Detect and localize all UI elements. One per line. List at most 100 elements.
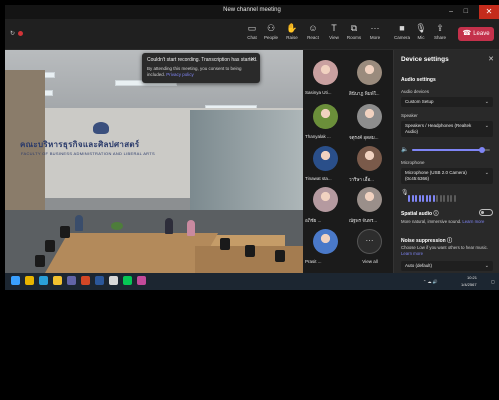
mic-level-bar <box>439 195 442 202</box>
people-button[interactable]: ⚇ People <box>261 22 281 40</box>
taskbar-date[interactable]: 1/4/2567 <box>461 282 477 287</box>
faculty-logo <box>93 122 109 134</box>
settings-icon[interactable] <box>109 276 118 285</box>
mic-level-bar <box>425 195 428 202</box>
participant-tile[interactable]: Prasit ... <box>304 227 348 271</box>
avatar <box>313 104 338 129</box>
toast-close-icon[interactable]: ✕ <box>250 56 255 63</box>
avatar <box>357 60 382 85</box>
mic-icon: 🎙 <box>415 23 427 33</box>
microphone-value: Microphone (USB 2.0 Camera) (0c45:6366) <box>405 170 467 181</box>
toast-body: By attending this meeting, you consent t… <box>147 66 247 78</box>
speaker-volume-slider[interactable] <box>412 147 490 153</box>
chevron-down-icon: ⌄ <box>484 170 489 176</box>
chair <box>275 250 285 262</box>
noise-suppression-select[interactable]: Auto (default) ⌄ <box>401 261 493 271</box>
share-button[interactable]: ⇪ Share <box>430 22 450 40</box>
react-button[interactable]: ☺ React <box>303 22 323 40</box>
speaker-label: Speaker <box>401 113 418 118</box>
participant-tile[interactable]: Tinawat sta... <box>304 144 348 188</box>
privacy-link[interactable]: Privacy policy <box>166 72 194 77</box>
refresh-icon: ↻ <box>10 31 16 37</box>
noise-learn-more-link[interactable]: Learn more <box>401 251 423 256</box>
react-icon: ☺ <box>308 23 318 33</box>
participant-tile[interactable]: ณัฐพร จันทร... <box>348 185 392 229</box>
taskbar-time[interactable]: 10:21 <box>467 275 477 280</box>
word-icon[interactable] <box>95 276 104 285</box>
speaker-select[interactable]: Speakers / Headphones (Realtek Audio) ⌄ <box>401 121 493 137</box>
rooms-label: Rooms <box>346 35 362 40</box>
avatar <box>357 146 382 171</box>
participant-tile[interactable]: จตุรงค์ อุดสม... <box>348 102 392 146</box>
slider-knob[interactable] <box>479 147 486 153</box>
avatar <box>357 104 382 129</box>
powerpoint-icon[interactable] <box>81 276 90 285</box>
leave-button[interactable]: ☎ Leave <box>458 27 494 41</box>
participant-tile[interactable]: อภิชัย ... <box>304 185 348 229</box>
participant-tile[interactable]: Sasinya Uti... <box>304 58 348 102</box>
participant-name: วาริษา เอื้อ... <box>349 177 374 182</box>
view-button[interactable]: T View <box>324 22 344 40</box>
phone-icon: ☎ <box>462 30 472 37</box>
slider-fill <box>412 149 483 151</box>
ellipsis-icon: ··· <box>357 229 382 254</box>
teams-icon[interactable] <box>67 276 76 285</box>
title-bar: New channel meeting – □ ✕ <box>5 5 499 19</box>
close-button[interactable]: ✕ <box>479 5 499 19</box>
rooms-icon: ⧉ <box>350 23 358 33</box>
raise-hand-button[interactable]: ✋ Raise <box>282 22 302 40</box>
participant-tile[interactable]: สินีนาฏ พิมพ์ใ... <box>348 58 392 102</box>
raise-label: Raise <box>286 35 298 40</box>
more-button[interactable]: ··· More <box>365 22 385 40</box>
tray-icons[interactable]: ⌃ ☁ 🔊 <box>423 279 438 284</box>
mic-button[interactable]: 🎙 Mic <box>411 22 431 40</box>
react-label: React <box>307 35 319 40</box>
chat-button[interactable]: ▭ Chat <box>242 22 262 40</box>
table-plant <box>111 222 123 230</box>
notification-icon[interactable]: ▢ <box>491 279 495 284</box>
glass-wall <box>190 110 303 220</box>
edge-icon[interactable] <box>39 276 48 285</box>
mic-level-bar <box>450 195 452 202</box>
view-icon: T <box>331 23 337 33</box>
microphone-label: Microphone <box>401 160 425 165</box>
noise-suppression-label: Noise suppression ⓘ <box>401 237 452 244</box>
view-all-button[interactable]: ··· View all <box>348 227 392 271</box>
spatial-audio-toggle[interactable] <box>479 209 493 216</box>
faculty-sign-thai: คณะบริหารธุรกิจและศิลปศาสตร์ <box>20 140 140 149</box>
spatial-audio-label: Spatial audio ⓘ <box>401 210 439 217</box>
chrome-icon[interactable] <box>25 276 34 285</box>
avatar <box>313 187 338 212</box>
noise-suppression-desc: Choose Low if you want others to hear mu… <box>401 245 493 256</box>
share-icon: ⇪ <box>436 23 444 33</box>
attendee <box>165 218 173 234</box>
camera-icon: ■ <box>399 23 405 33</box>
microphone-select[interactable]: Microphone (USB 2.0 Camera) (0c45:6366) … <box>401 168 493 184</box>
mic-level-bar <box>422 195 424 202</box>
participant-tile[interactable]: Thanyalak ... <box>304 102 348 146</box>
close-icon[interactable]: ✕ <box>488 55 494 63</box>
photos-icon[interactable] <box>137 276 146 285</box>
mic-label: Mic <box>417 35 425 40</box>
chair <box>245 245 255 257</box>
file-explorer-icon[interactable] <box>53 276 62 285</box>
participant-name: Prasit ... <box>305 259 322 264</box>
camera-button[interactable]: ■ Camera <box>392 22 412 40</box>
participant-name: จตุรงค์ อุดสม... <box>349 135 379 140</box>
minimize-button[interactable]: – <box>449 7 453 16</box>
conference-table-left <box>45 233 219 273</box>
main-video[interactable]: คณะบริหารธุรกิจและศิลปศาสตร์ FACULTY OF … <box>5 50 303 273</box>
rooms-button[interactable]: ⧉ Rooms <box>344 22 364 40</box>
line-icon[interactable] <box>123 276 132 285</box>
windows-start-icon[interactable] <box>11 276 20 285</box>
maximize-button[interactable]: □ <box>464 7 468 16</box>
chevron-down-icon: ⌄ <box>484 123 489 129</box>
toast-body-text: By attending this meeting, you consent t… <box>147 66 242 77</box>
info-icon: ⓘ <box>447 238 453 244</box>
participant-tile[interactable]: วาริษา เอื้อ... <box>348 144 392 188</box>
chat-icon: ▭ <box>247 23 257 33</box>
toggle-knob <box>481 211 484 214</box>
audio-devices-select[interactable]: Custom Setup ⌄ <box>401 97 493 107</box>
spatial-learn-more-link[interactable]: Learn more <box>462 219 484 224</box>
screen: New channel meeting – □ ✕ ↻ ▭ Chat ⚇ Peo… <box>5 5 499 290</box>
